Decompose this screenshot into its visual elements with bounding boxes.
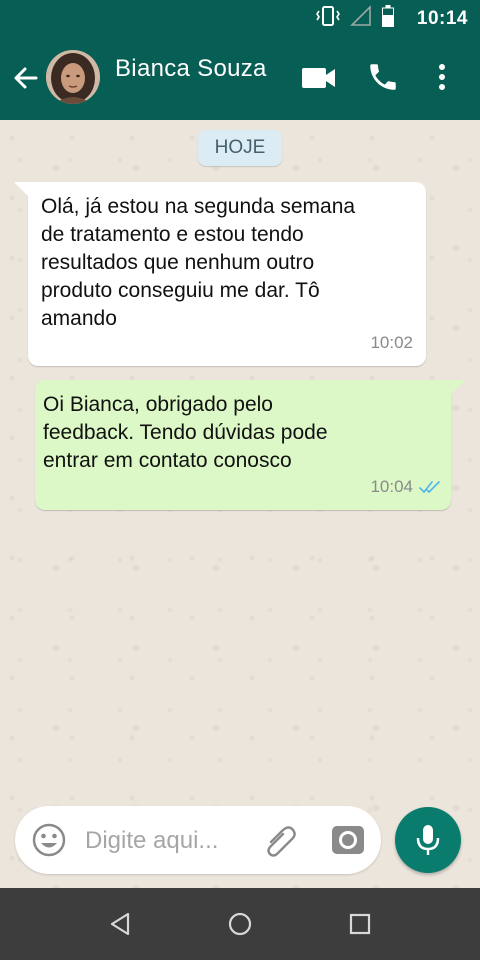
voice-record-button[interactable] — [395, 807, 461, 873]
incoming-message[interactable]: Olá, já estou na segunda semana de trata… — [14, 182, 426, 366]
message-input[interactable] — [83, 821, 257, 861]
attach-icon — [267, 826, 296, 857]
voice-call-button[interactable] — [366, 60, 400, 94]
bubble-tail — [451, 380, 465, 394]
message-text: Olá, já estou na segunda semana de trata… — [41, 195, 356, 330]
contact-name[interactable]: Bianca Souza — [115, 55, 267, 83]
message-text: Oi Bianca, obrigado pelo feedback. Tendo… — [43, 393, 328, 472]
video-call-button[interactable] — [300, 62, 338, 94]
message-meta: 10:04 — [370, 473, 441, 501]
signal-icon — [350, 4, 372, 32]
message-time: 10:02 — [370, 333, 413, 352]
chat-area[interactable]: HOJE Olá, já estou na segunda semana de … — [0, 120, 480, 888]
attach-button[interactable] — [261, 822, 299, 860]
nav-recents-icon — [349, 913, 371, 935]
system-nav-bar — [0, 888, 480, 960]
nav-recents-button[interactable] — [346, 910, 374, 938]
more-vert-icon — [439, 64, 445, 90]
message-composer — [15, 806, 381, 874]
nav-back-icon — [110, 912, 130, 936]
status-icons — [316, 4, 394, 32]
back-button[interactable] — [10, 62, 42, 94]
nav-home-icon — [228, 912, 252, 936]
date-divider: HOJE — [198, 130, 282, 166]
status-bar: 10:14 — [0, 0, 480, 36]
video-call-icon — [302, 68, 335, 88]
camera-icon — [332, 826, 364, 854]
mic-icon — [416, 825, 440, 855]
battery-icon — [382, 4, 394, 32]
nav-home-button[interactable] — [226, 910, 254, 938]
outgoing-message[interactable]: Oi Bianca, obrigado pelo feedback. Tendo… — [35, 380, 465, 510]
emoji-button[interactable] — [31, 822, 67, 858]
chat-header: Bianca Souza — [0, 36, 480, 120]
camera-button[interactable] — [329, 822, 367, 858]
message-time: 10:04 — [370, 477, 413, 496]
nav-back-button[interactable] — [106, 910, 134, 938]
vibrate-icon — [316, 5, 340, 32]
status-time: 10:14 — [416, 8, 468, 29]
emoji-icon — [32, 823, 66, 857]
bubble-tail — [14, 182, 28, 196]
double-check-read-icon — [419, 481, 440, 493]
back-arrow-icon — [14, 67, 38, 89]
more-options-button[interactable] — [430, 60, 454, 94]
phone-icon — [370, 64, 396, 90]
avatar[interactable] — [46, 50, 100, 104]
